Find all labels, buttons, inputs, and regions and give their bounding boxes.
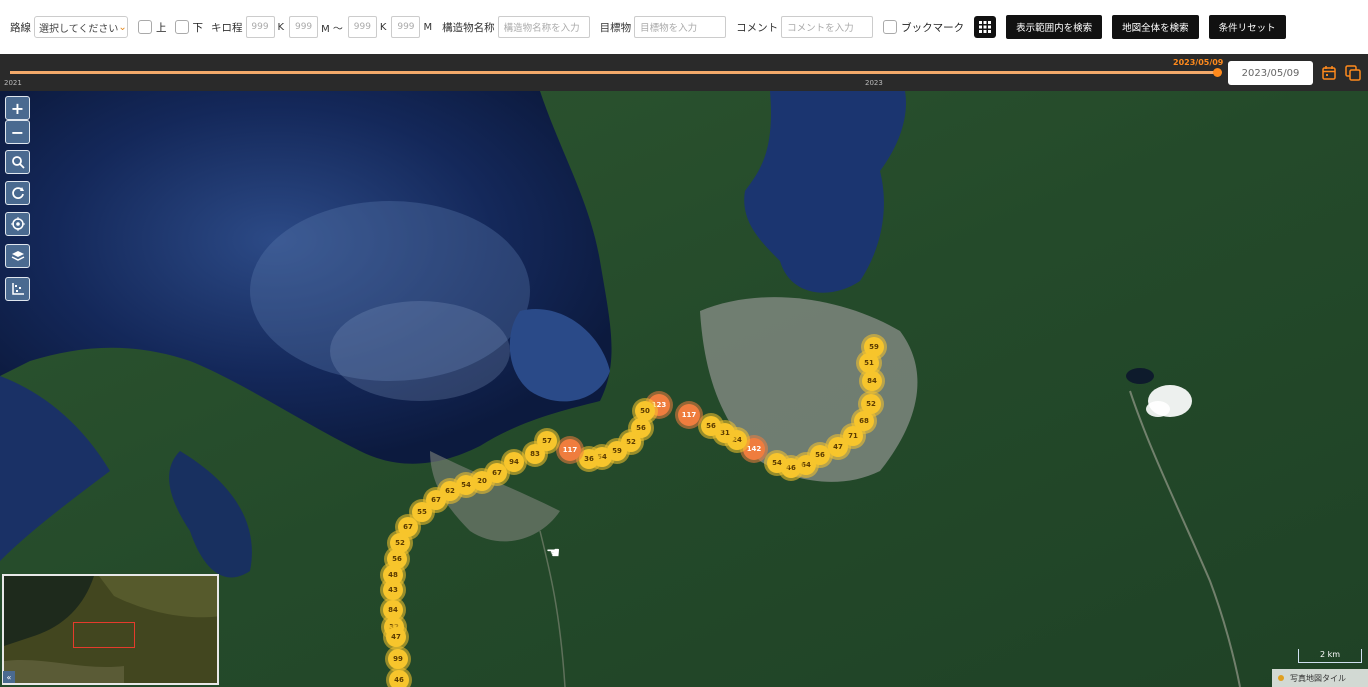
down-filter[interactable]: 下 xyxy=(174,20,204,35)
km-label: キロ程 xyxy=(211,21,243,34)
bookmark-filter[interactable]: ブックマーク xyxy=(883,20,964,35)
m-tilde-unit: M ～ xyxy=(321,23,343,35)
structure-label: 構造物名称 xyxy=(442,21,495,34)
km-from-m-input[interactable]: 999 xyxy=(289,16,319,38)
overview-minimap[interactable] xyxy=(2,574,219,685)
cluster-marker[interactable]: 43 xyxy=(383,580,403,600)
up-filter[interactable]: 上 xyxy=(138,20,167,35)
timeline-current-date: 2023/05/09 xyxy=(1173,58,1224,67)
hand-cursor-icon: ☚ xyxy=(546,543,561,562)
comment-input[interactable]: コメントを入力 xyxy=(781,16,874,38)
timeline: 2023/05/09 2021 2023 2023/05/09 xyxy=(0,54,1368,91)
grid-menu-button[interactable] xyxy=(974,16,997,38)
map-attribution: 写真地図タイル xyxy=(1272,669,1368,687)
landmark-label: 目標物 xyxy=(599,21,632,34)
zoom-out-button[interactable]: − xyxy=(5,120,30,144)
km-to-k-input[interactable]: 999 xyxy=(347,16,377,38)
route-select[interactable]: 選択してください ⌄ xyxy=(34,16,128,38)
zoom-in-button[interactable]: + xyxy=(5,96,30,120)
calendar-icon[interactable] xyxy=(1320,64,1338,82)
k-unit-2: K xyxy=(379,21,387,33)
cluster-marker[interactable]: 84 xyxy=(862,371,882,391)
refresh-button[interactable] xyxy=(5,181,30,205)
comment-label: コメント xyxy=(736,21,779,34)
timeline-tick-2023: 2023 xyxy=(865,79,883,87)
search-icon xyxy=(11,156,25,169)
bookmark-label: ブックマーク xyxy=(901,21,965,34)
cluster-marker[interactable]: 99 xyxy=(388,649,408,669)
cluster-marker[interactable]: 54 xyxy=(767,453,787,473)
filter-bar: 路線 選択してください ⌄ 上 下 キロ程 999 K 999 M ～ 999 … xyxy=(0,0,1368,54)
attribution-dot-icon xyxy=(1278,675,1284,681)
km-from-k-input[interactable]: 999 xyxy=(245,16,275,38)
km-to-m-input[interactable]: 999 xyxy=(391,16,421,38)
up-checkbox[interactable] xyxy=(138,20,152,34)
search-all-button[interactable]: 地図全体を検索 xyxy=(1112,15,1199,39)
date-input[interactable]: 2023/05/09 xyxy=(1228,61,1313,85)
chart-legend-icon xyxy=(11,283,24,295)
structure-input[interactable]: 構造物名称を入力 xyxy=(497,16,590,38)
timeline-tick-2021: 2021 xyxy=(4,79,22,87)
timeline-handle[interactable] xyxy=(1213,68,1222,77)
attribution-text: 写真地図タイル xyxy=(1290,673,1346,683)
search-view-button[interactable]: 表示範囲内を検索 xyxy=(1006,15,1103,39)
crosshair-icon xyxy=(10,217,25,231)
down-checkbox[interactable] xyxy=(174,20,189,34)
search-map-button[interactable] xyxy=(5,150,30,174)
reset-button[interactable]: 条件リセット xyxy=(1208,15,1286,39)
cluster-marker[interactable]: 36 xyxy=(579,449,599,469)
cluster-marker[interactable]: 94 xyxy=(504,452,524,472)
route-label: 路線 xyxy=(10,21,31,34)
cluster-marker[interactable]: 46 xyxy=(389,670,409,687)
map-view[interactable]: + − 59 51 84 52 68 71 47 56 64 46 54 142 24 31 56 117 12… xyxy=(0,91,1368,687)
cluster-marker[interactable]: 51 xyxy=(859,353,879,373)
landmark-input[interactable]: 目標物を入力 xyxy=(634,16,727,38)
cluster-marker[interactable]: 56 xyxy=(701,416,721,436)
timeline-track[interactable] xyxy=(10,71,1218,74)
m-unit: M xyxy=(423,21,433,33)
refresh-icon xyxy=(11,187,24,199)
cluster-marker[interactable]: 47 xyxy=(828,437,848,457)
k-unit: K xyxy=(277,21,285,33)
scale-bar: 2 km xyxy=(1298,649,1362,663)
cluster-marker[interactable]: 117 xyxy=(559,439,581,461)
layers-icon xyxy=(11,251,24,261)
cluster-marker[interactable]: 117 xyxy=(678,404,700,426)
cluster-marker[interactable]: 47 xyxy=(386,627,406,647)
down-label: 下 xyxy=(192,21,204,34)
grid-icon xyxy=(979,21,992,33)
route-select-value: 選択してください xyxy=(39,23,119,35)
collapse-minimap-button[interactable]: « xyxy=(3,671,15,683)
locate-button[interactable] xyxy=(5,212,30,236)
layers-button[interactable] xyxy=(5,244,30,268)
minimap-viewport-box[interactable] xyxy=(73,622,135,648)
cluster-marker[interactable]: 83 xyxy=(525,444,545,464)
bookmark-checkbox[interactable] xyxy=(883,20,898,34)
copy-icon[interactable] xyxy=(1344,64,1362,82)
legend-button[interactable] xyxy=(5,277,30,301)
chevron-down-icon: ⌄ xyxy=(118,21,127,33)
up-label: 上 xyxy=(156,21,167,34)
